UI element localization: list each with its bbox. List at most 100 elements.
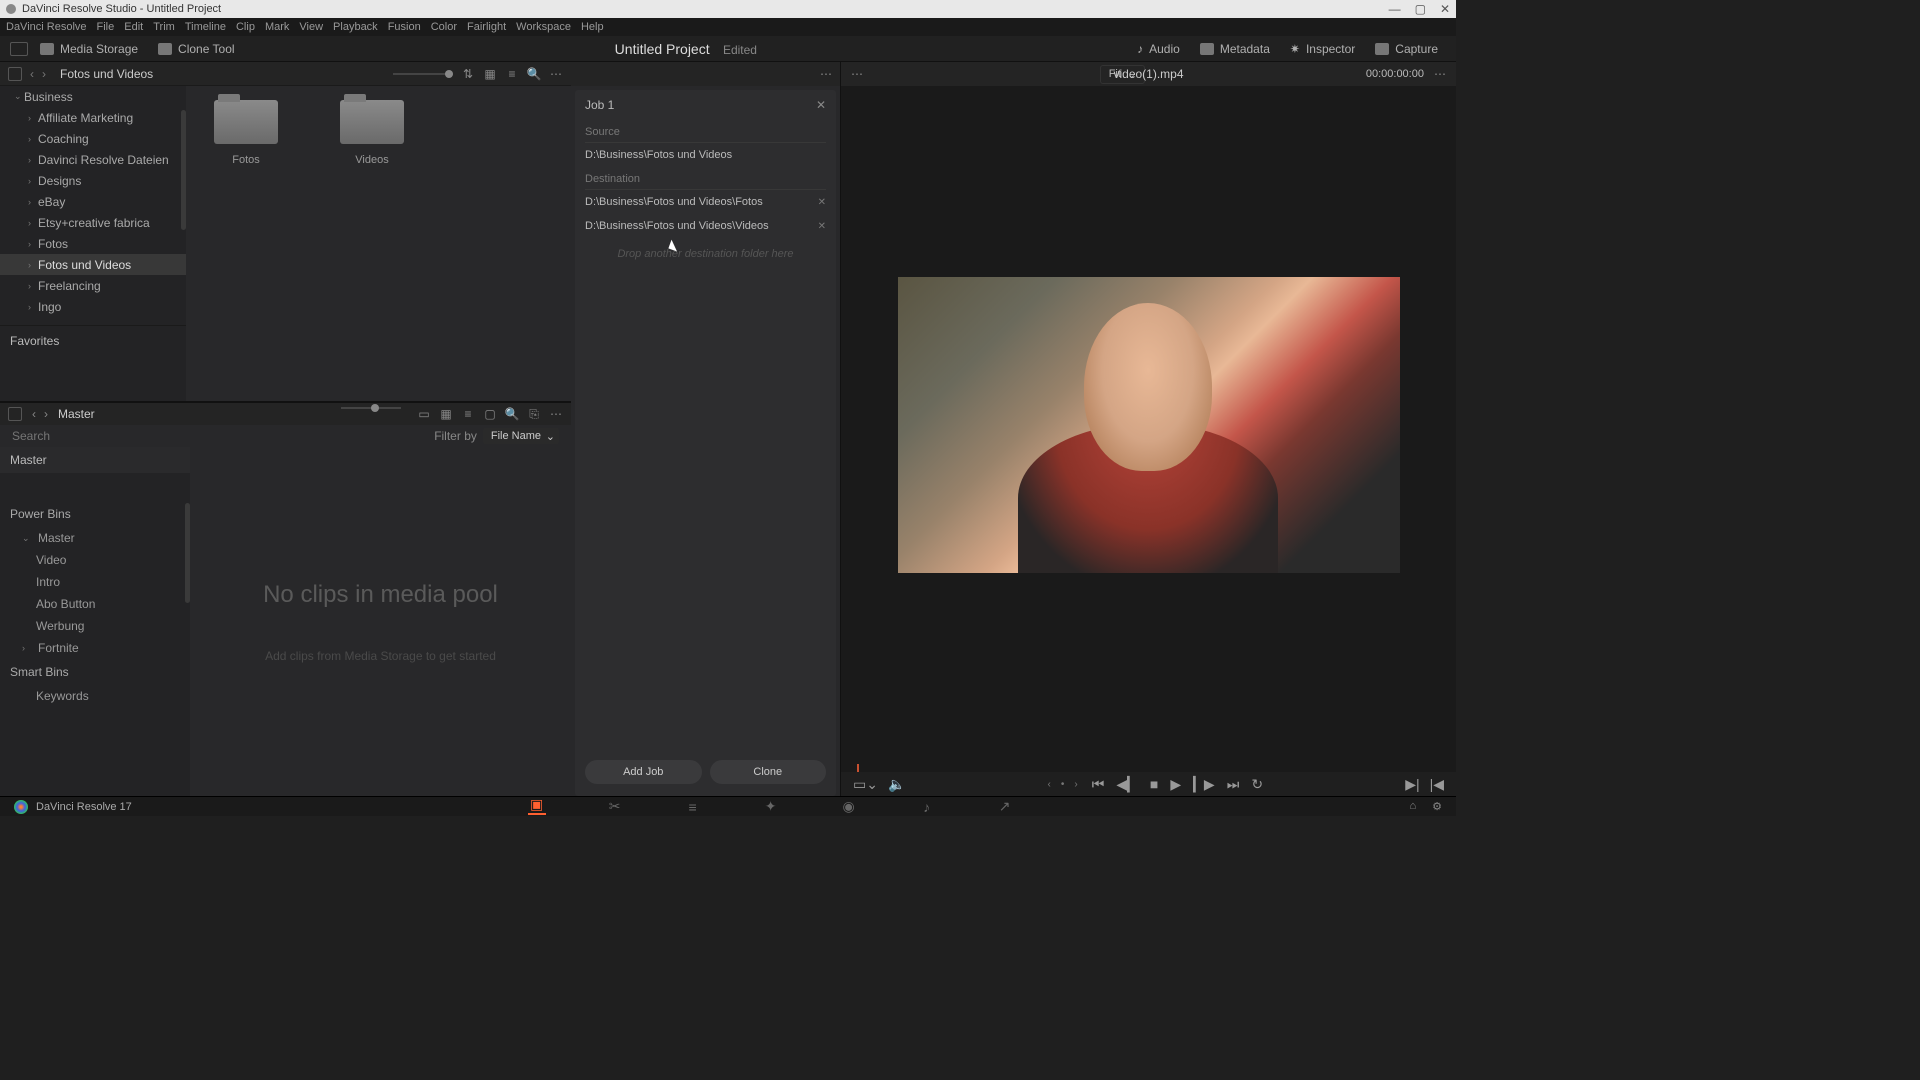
panel-menu-icon[interactable] xyxy=(8,67,22,81)
tree-scrollbar[interactable] xyxy=(181,110,186,230)
nav-back-icon[interactable]: ‹ xyxy=(30,67,34,81)
tree-item[interactable]: Davinci Resolve Dateien xyxy=(0,149,186,170)
edit-page-icon[interactable]: ≡ xyxy=(684,799,702,815)
tree-item[interactable]: Freelancing xyxy=(0,275,186,296)
tree-item[interactable]: Coaching xyxy=(0,128,186,149)
tree-item[interactable]: Fotos xyxy=(0,233,186,254)
mask-view-icon[interactable]: ▢ xyxy=(483,407,497,421)
grid-view-icon[interactable]: ▦ xyxy=(483,67,497,81)
match-frame-icon[interactable]: ▶| xyxy=(1405,776,1419,793)
bin-item[interactable]: Abo Button xyxy=(0,593,190,615)
metadata-toggle[interactable]: Metadata xyxy=(1192,42,1278,56)
playhead-icon[interactable] xyxy=(857,764,859,772)
nav-back-icon[interactable]: ‹ xyxy=(32,407,36,421)
tree-item[interactable]: Affiliate Marketing xyxy=(0,107,186,128)
tree-item[interactable]: Etsy+creative fabrica xyxy=(0,212,186,233)
step-back-icon[interactable]: ◀▎ xyxy=(1116,776,1138,793)
menu-item[interactable]: Mark xyxy=(265,21,289,33)
inspector-toggle[interactable]: ✷Inspector xyxy=(1282,42,1363,56)
menu-item[interactable]: Fusion xyxy=(388,21,421,33)
media-page-icon[interactable]: ▣ xyxy=(528,799,546,815)
menu-item[interactable]: Fairlight xyxy=(467,21,506,33)
list-view-icon[interactable]: ≡ xyxy=(505,67,519,81)
menu-item[interactable]: Trim xyxy=(153,21,175,33)
jump-start-icon[interactable]: ⏮ xyxy=(1092,776,1105,793)
step-fwd-icon[interactable]: ▎▶ xyxy=(1193,776,1215,793)
tree-item[interactable]: Ingo xyxy=(0,296,186,317)
tree-root[interactable]: Business xyxy=(0,86,186,107)
nav-fwd-icon[interactable]: › xyxy=(44,407,48,421)
loop-icon[interactable]: ↻ xyxy=(1251,776,1263,793)
more-icon[interactable]: ⋯ xyxy=(549,407,563,421)
menu-item[interactable]: Color xyxy=(431,21,457,33)
menu-item[interactable]: Timeline xyxy=(185,21,226,33)
audio-toggle[interactable]: ♪Audio xyxy=(1129,42,1188,56)
bin-item[interactable]: Video xyxy=(0,549,190,571)
cut-page-icon[interactable]: ✂ xyxy=(606,799,624,815)
home-icon[interactable]: ⌂ xyxy=(1409,800,1416,813)
search-icon[interactable]: 🔍 xyxy=(505,407,519,421)
menu-item[interactable]: Workspace xyxy=(516,21,571,33)
tree-item-active[interactable]: Fotos und Videos xyxy=(0,254,186,275)
tree-item[interactable]: Designs xyxy=(0,170,186,191)
remove-dest-icon[interactable]: ✕ xyxy=(818,197,826,208)
zoom-fit-dropdown[interactable]: Fit⌄ xyxy=(1100,65,1145,84)
master-bin[interactable]: Master xyxy=(0,447,190,473)
source-path[interactable]: D:\Business\Fotos und Videos xyxy=(585,143,826,167)
viewer[interactable] xyxy=(841,86,1456,764)
more-icon[interactable]: ⋯ xyxy=(851,67,863,81)
menu-item[interactable]: Edit xyxy=(124,21,143,33)
maximize-button[interactable]: ▢ xyxy=(1415,2,1426,16)
bin-scrollbar[interactable] xyxy=(185,503,190,603)
media-storage-toggle[interactable]: Media Storage xyxy=(32,42,146,56)
destination-path[interactable]: D:\Business\Fotos und Videos\Fotos✕ xyxy=(585,190,826,214)
bin-item[interactable]: Keywords xyxy=(0,685,190,707)
strip-view-icon[interactable]: ▭ xyxy=(417,407,431,421)
overlay-toggle-icon[interactable]: ▭⌄ xyxy=(853,776,878,793)
in-out-icon[interactable]: |◀ xyxy=(1430,776,1444,793)
menu-item[interactable]: View xyxy=(299,21,323,33)
filter-select[interactable]: File Name ⌄ xyxy=(483,428,559,444)
search-input[interactable] xyxy=(12,429,434,443)
settings-gear-icon[interactable]: ⚙ xyxy=(1432,800,1442,813)
thumb-size-slider[interactable] xyxy=(341,407,401,409)
bin-item[interactable]: Intro xyxy=(0,571,190,593)
clone-tool-toggle[interactable]: Clone Tool xyxy=(150,42,242,56)
list-view-icon[interactable]: ≡ xyxy=(461,407,475,421)
bin-item[interactable]: ⌄Master xyxy=(0,527,190,549)
nav-fwd-icon[interactable]: › xyxy=(42,67,46,81)
search-icon[interactable]: 🔍 xyxy=(527,67,541,81)
more-icon[interactable]: ⋯ xyxy=(549,67,563,81)
menu-item[interactable]: Help xyxy=(581,21,604,33)
folder-item[interactable]: Fotos xyxy=(206,100,286,166)
remove-dest-icon[interactable]: ✕ xyxy=(818,221,826,232)
stop-icon[interactable]: ■ xyxy=(1150,776,1158,792)
bin-item[interactable]: ›Fortnite xyxy=(0,637,190,659)
destination-path[interactable]: D:\Business\Fotos und Videos\Videos✕ xyxy=(585,214,826,238)
filter-icon[interactable]: ⎘ xyxy=(527,407,541,421)
menu-item[interactable]: Clip xyxy=(236,21,255,33)
fusion-page-icon[interactable]: ✦ xyxy=(762,799,780,815)
menu-item[interactable]: DaVinci Resolve xyxy=(6,21,87,33)
layout-dropdown-icon[interactable] xyxy=(10,42,28,56)
panel-menu-icon[interactable] xyxy=(8,407,22,421)
more-icon[interactable]: ⋯ xyxy=(820,67,832,81)
capture-toggle[interactable]: Capture xyxy=(1367,42,1446,56)
bin-item[interactable]: Werbung xyxy=(0,615,190,637)
close-job-icon[interactable]: ✕ xyxy=(816,98,826,112)
play-icon[interactable]: ▶ xyxy=(1170,776,1181,793)
drop-hint[interactable]: Drop another destination folder here xyxy=(585,238,826,270)
fairlight-page-icon[interactable]: ♪ xyxy=(918,799,936,815)
folder-item[interactable]: Videos xyxy=(332,100,412,166)
thumb-size-slider[interactable] xyxy=(393,73,453,75)
menu-item[interactable]: File xyxy=(97,21,115,33)
add-job-button[interactable]: Add Job xyxy=(585,760,702,784)
clone-button[interactable]: Clone xyxy=(710,760,827,784)
viewer-timeline[interactable] xyxy=(841,764,1456,772)
color-page-icon[interactable]: ◉ xyxy=(840,799,858,815)
menu-item[interactable]: Playback xyxy=(333,21,378,33)
tree-item[interactable]: eBay xyxy=(0,191,186,212)
more-icon[interactable]: ⋯ xyxy=(1434,67,1446,81)
mute-icon[interactable]: 🔈 xyxy=(888,776,905,793)
minimize-button[interactable]: — xyxy=(1389,2,1401,16)
